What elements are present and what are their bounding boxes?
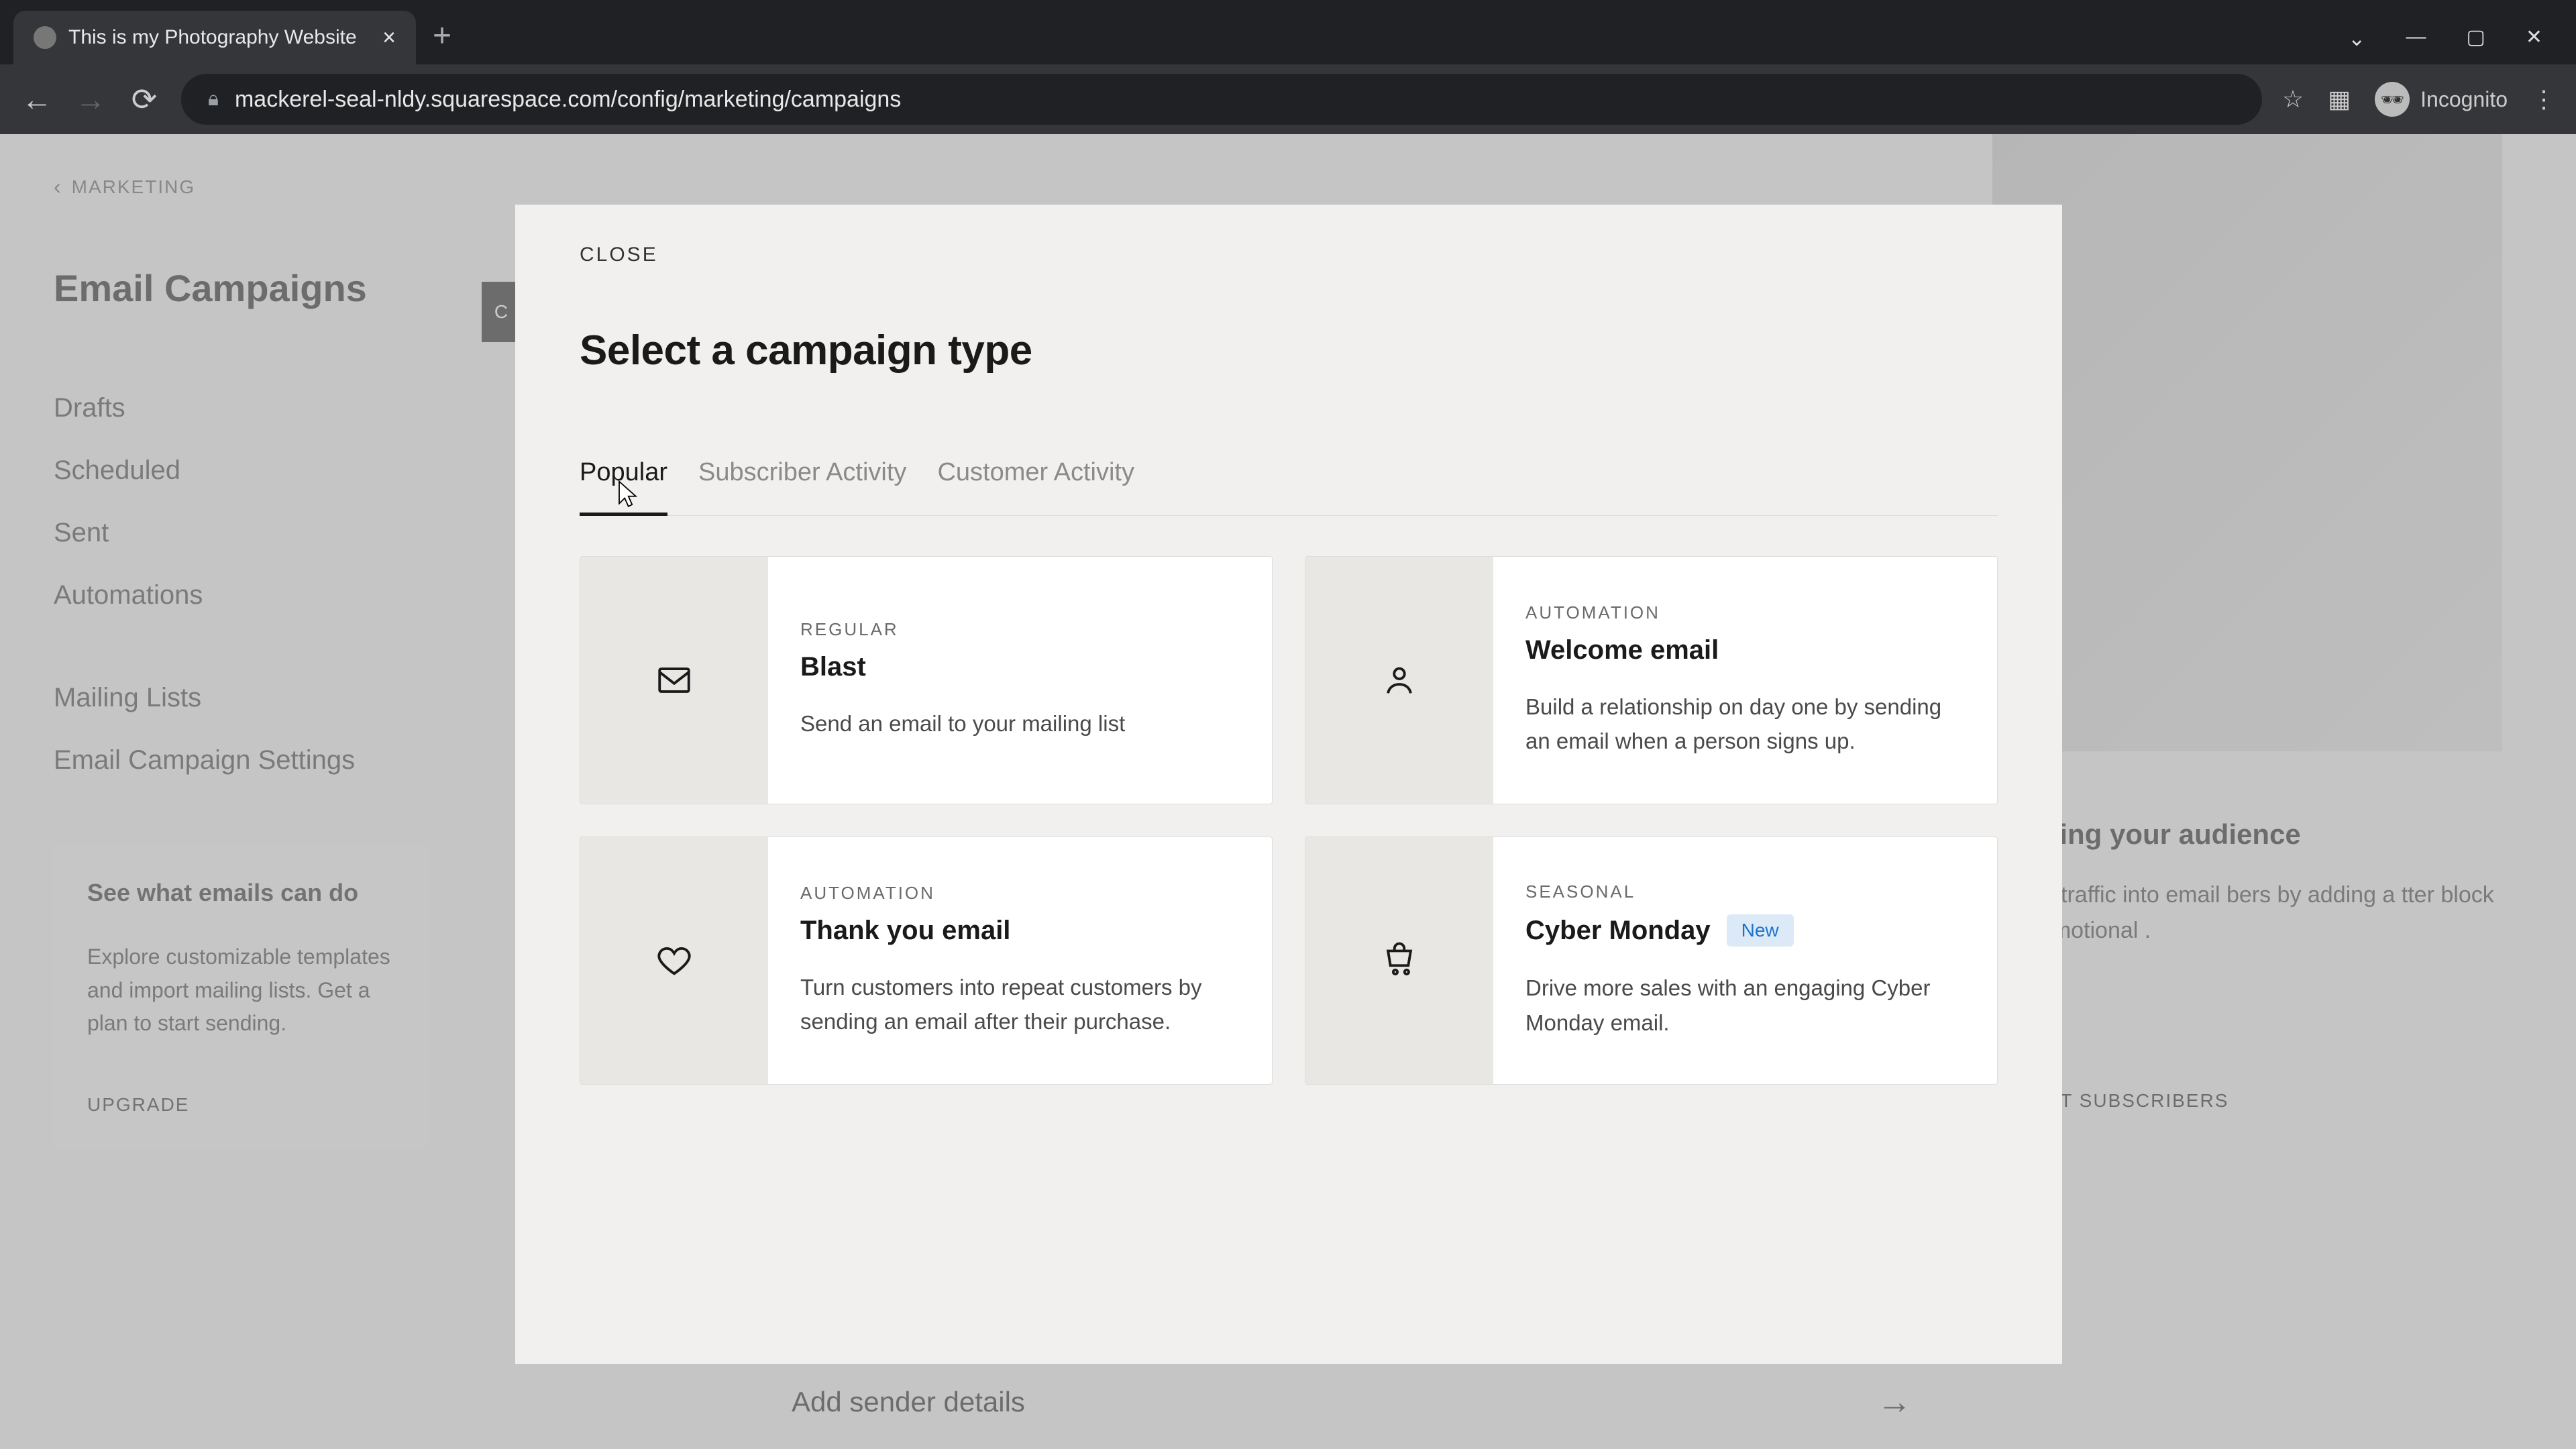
card-title: Cyber Monday	[1525, 916, 1711, 946]
card-desc: Build a relationship on day one by sendi…	[1525, 690, 1965, 758]
browser-titlebar: This is my Photography Website × + ⌄ — ▢…	[0, 0, 2576, 64]
incognito-badge[interactable]: 🕶︎ Incognito	[2375, 82, 2508, 117]
new-badge: New	[1727, 914, 1794, 947]
address-bar[interactable]: 🔒︎ mackerel-seal-nldy.squarespace.com/co…	[181, 74, 2262, 125]
person-icon	[1305, 557, 1493, 804]
card-title: Blast	[800, 652, 866, 682]
tab-subscriber-activity[interactable]: Subscriber Activity	[698, 458, 906, 516]
campaign-type-modal: CLOSE Select a campaign type Popular Sub…	[515, 205, 2062, 1364]
new-tab-button[interactable]: +	[433, 17, 451, 54]
forward-button[interactable]: →	[74, 81, 107, 117]
modal-title: Select a campaign type	[580, 327, 1998, 374]
window-controls: ⌄ — ▢ ✕	[2348, 25, 2576, 64]
browser-toolbar: ← → ⟳ 🔒︎ mackerel-seal-nldy.squarespace.…	[0, 64, 2576, 134]
favicon	[34, 26, 56, 49]
tab-title: This is my Photography Website	[68, 26, 357, 49]
card-cyber-monday[interactable]: SEASONAL Cyber Monday New Drive more sal…	[1305, 837, 1998, 1085]
bookmark-icon[interactable]: ☆	[2282, 85, 2304, 113]
campaign-cards: REGULAR Blast Send an email to your mail…	[580, 556, 1998, 1085]
card-title: Thank you email	[800, 916, 1010, 946]
close-button[interactable]: CLOSE	[580, 244, 658, 266]
card-desc: Turn customers into repeat customers by …	[800, 970, 1240, 1038]
card-desc: Send an email to your mailing list	[800, 706, 1240, 741]
cart-icon	[1305, 837, 1493, 1084]
tabs-dropdown-icon[interactable]: ⌄	[2348, 25, 2366, 51]
card-eyebrow: AUTOMATION	[800, 883, 1240, 904]
back-button[interactable]: ←	[20, 81, 54, 117]
minimize-button[interactable]: —	[2406, 25, 2426, 51]
maximize-button[interactable]: ▢	[2467, 25, 2485, 51]
lock-icon: 🔒︎	[208, 88, 219, 111]
card-eyebrow: REGULAR	[800, 619, 1240, 640]
card-blast[interactable]: REGULAR Blast Send an email to your mail…	[580, 556, 1273, 804]
card-eyebrow: AUTOMATION	[1525, 602, 1965, 623]
cursor-icon	[614, 480, 639, 509]
browser-tab[interactable]: This is my Photography Website ×	[13, 11, 416, 64]
card-title: Welcome email	[1525, 635, 1719, 665]
heart-icon	[580, 837, 768, 1084]
url-text: mackerel-seal-nldy.squarespace.com/confi…	[235, 87, 901, 113]
tab-customer-activity[interactable]: Customer Activity	[937, 458, 1134, 516]
close-window-button[interactable]: ✕	[2526, 25, 2542, 51]
card-welcome-email[interactable]: AUTOMATION Welcome email Build a relatio…	[1305, 556, 1998, 804]
kebab-menu-icon[interactable]: ⋮	[2532, 85, 2556, 113]
modal-tabs: Popular Subscriber Activity Customer Act…	[580, 458, 1998, 516]
card-eyebrow: SEASONAL	[1525, 881, 1965, 902]
incognito-icon: 🕶︎	[2375, 82, 2410, 117]
extensions-icon[interactable]: ▦	[2328, 85, 2351, 113]
reload-button[interactable]: ⟳	[127, 81, 161, 117]
close-tab-icon[interactable]: ×	[382, 25, 396, 51]
mail-icon	[580, 557, 768, 804]
card-thank-you-email[interactable]: AUTOMATION Thank you email Turn customer…	[580, 837, 1273, 1085]
card-desc: Drive more sales with an engaging Cyber …	[1525, 971, 1965, 1039]
